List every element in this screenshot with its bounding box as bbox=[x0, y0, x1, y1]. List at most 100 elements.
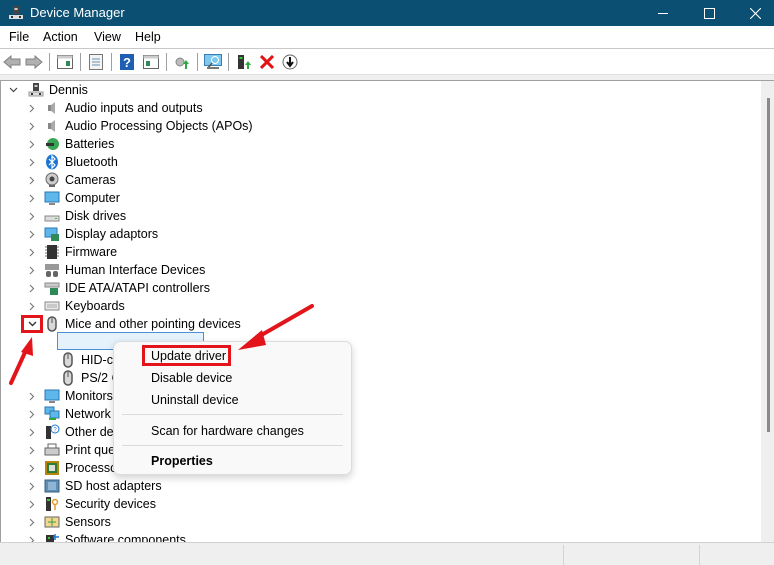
tree-category[interactable]: Monitors bbox=[26, 387, 113, 405]
enable-device-button[interactable] bbox=[235, 53, 253, 71]
keyboard-icon bbox=[44, 301, 60, 311]
menu-file[interactable]: File bbox=[9, 30, 29, 44]
tree-category-label: Security devices bbox=[65, 497, 157, 511]
menu-help[interactable]: Help bbox=[135, 30, 161, 44]
tree-category[interactable]: Software components bbox=[26, 531, 186, 542]
chevron-right-icon[interactable] bbox=[26, 225, 38, 243]
menu-item-disable-device[interactable]: Disable device bbox=[151, 371, 232, 385]
chevron-right-icon[interactable] bbox=[26, 135, 38, 153]
sd-host-icon bbox=[44, 479, 60, 493]
toolbar-separator bbox=[197, 53, 198, 71]
minimize-button[interactable] bbox=[640, 0, 686, 26]
chevron-right-icon[interactable] bbox=[26, 513, 38, 531]
uninstall-device-button[interactable] bbox=[258, 53, 276, 71]
chevron-right-icon[interactable] bbox=[26, 387, 38, 405]
update-driver-button[interactable] bbox=[173, 53, 191, 71]
help-button[interactable]: ? bbox=[118, 53, 136, 71]
window-title: Device Manager bbox=[30, 5, 125, 20]
device-item-label: HID-c bbox=[81, 353, 113, 367]
chevron-right-icon[interactable] bbox=[26, 405, 38, 423]
tree-category[interactable]: Bluetooth bbox=[26, 153, 118, 171]
scan-hardware-icon bbox=[204, 54, 222, 69]
chevron-down-icon[interactable] bbox=[7, 81, 19, 99]
back-button[interactable] bbox=[3, 53, 21, 71]
tree-category[interactable]: Human Interface Devices bbox=[26, 261, 205, 279]
tree-category[interactable]: Batteries bbox=[26, 135, 114, 153]
chevron-right-icon[interactable] bbox=[26, 495, 38, 513]
disk-drive-icon bbox=[44, 215, 60, 222]
chevron-right-icon[interactable] bbox=[26, 207, 38, 225]
chevron-right-icon[interactable] bbox=[26, 243, 38, 261]
tree-category[interactable]: Network bbox=[26, 405, 111, 423]
tree-category[interactable]: Cameras bbox=[26, 171, 116, 189]
tree-category[interactable]: Display adaptors bbox=[26, 225, 158, 243]
tree-category[interactable]: Processor bbox=[26, 459, 121, 477]
tree-category-label: Audio inputs and outputs bbox=[65, 101, 203, 115]
chevron-right-icon[interactable] bbox=[26, 117, 38, 135]
menu-separator bbox=[122, 445, 343, 446]
bluetooth-icon bbox=[46, 154, 58, 170]
menu-bar: File Action View Help bbox=[0, 26, 774, 49]
menu-item-properties[interactable]: Properties bbox=[151, 454, 213, 468]
action-pane-icon bbox=[143, 55, 159, 69]
tree-category[interactable]: Print que bbox=[26, 441, 115, 459]
chevron-right-icon[interactable] bbox=[26, 423, 38, 441]
device-item[interactable]: PS/2 C bbox=[60, 369, 121, 387]
tree-category-label: Monitors bbox=[65, 389, 113, 403]
tree-category-label: Firmware bbox=[65, 245, 118, 259]
status-bar bbox=[0, 542, 774, 565]
scan-hardware-button[interactable] bbox=[204, 53, 222, 71]
toolbar-separator bbox=[228, 53, 229, 71]
menu-action[interactable]: Action bbox=[43, 30, 78, 44]
tree-category[interactable]: Sensors bbox=[26, 513, 111, 531]
tree-category[interactable]: ? Other dev bbox=[26, 423, 120, 441]
scrollbar-thumb[interactable] bbox=[767, 98, 770, 432]
tree-category[interactable]: Security devices bbox=[26, 495, 156, 513]
show-hide-console-tree-button[interactable] bbox=[56, 53, 74, 71]
ide-controller-icon bbox=[44, 282, 60, 295]
close-button[interactable] bbox=[732, 0, 774, 26]
tree-category[interactable]: SD host adapters bbox=[26, 477, 162, 495]
tree-category[interactable]: Computer bbox=[26, 189, 120, 207]
chevron-right-icon[interactable] bbox=[26, 279, 38, 297]
tree-root[interactable]: Dennis bbox=[7, 81, 88, 99]
minimize-icon bbox=[658, 12, 668, 14]
chevron-right-icon[interactable] bbox=[26, 261, 38, 279]
chevron-right-icon[interactable] bbox=[26, 441, 38, 459]
tree-category-label: Cameras bbox=[65, 173, 116, 187]
menu-item-scan-hardware[interactable]: Scan for hardware changes bbox=[151, 424, 304, 438]
tree-category[interactable]: Firmware bbox=[26, 243, 117, 261]
device-item[interactable]: HID-c bbox=[60, 351, 113, 369]
chevron-right-icon[interactable] bbox=[26, 531, 38, 542]
maximize-button[interactable] bbox=[686, 0, 732, 26]
speaker-icon bbox=[48, 120, 55, 132]
forward-button[interactable] bbox=[25, 53, 43, 71]
disable-device-button[interactable] bbox=[281, 53, 299, 71]
tree-category[interactable]: Keyboards bbox=[26, 297, 125, 315]
device-manager-icon bbox=[9, 6, 23, 19]
chevron-right-icon[interactable] bbox=[26, 99, 38, 117]
tree-category-label: Audio Processing Objects (APOs) bbox=[65, 119, 253, 133]
chevron-right-icon[interactable] bbox=[26, 171, 38, 189]
chevron-right-icon[interactable] bbox=[26, 477, 38, 495]
tree-category-label: Disk drives bbox=[65, 209, 127, 223]
tree-category-label: SD host adapters bbox=[65, 479, 162, 493]
menu-view[interactable]: View bbox=[94, 30, 121, 44]
tree-category-label: Sensors bbox=[65, 515, 111, 529]
tree-category[interactable]: IDE ATA/ATAPI controllers bbox=[26, 279, 210, 297]
network-icon bbox=[44, 406, 60, 420]
tree-category[interactable]: Audio inputs and outputs bbox=[26, 99, 203, 117]
tree-category[interactable]: Audio Processing Objects (APOs) bbox=[26, 117, 253, 135]
tree-category-label: Mice and other pointing devices bbox=[65, 317, 241, 331]
chevron-right-icon[interactable] bbox=[26, 189, 38, 207]
show-hide-action-pane-button[interactable] bbox=[142, 53, 160, 71]
tree-category[interactable]: Mice and other pointing devices bbox=[26, 315, 241, 333]
properties-icon bbox=[89, 54, 103, 70]
chevron-right-icon[interactable] bbox=[26, 459, 38, 477]
properties-button[interactable] bbox=[87, 53, 105, 71]
chevron-right-icon[interactable] bbox=[26, 153, 38, 171]
tree-category[interactable]: Disk drives bbox=[26, 207, 126, 225]
disable-device-icon bbox=[282, 54, 298, 70]
chevron-right-icon[interactable] bbox=[26, 297, 38, 315]
menu-item-uninstall-device[interactable]: Uninstall device bbox=[151, 393, 239, 407]
